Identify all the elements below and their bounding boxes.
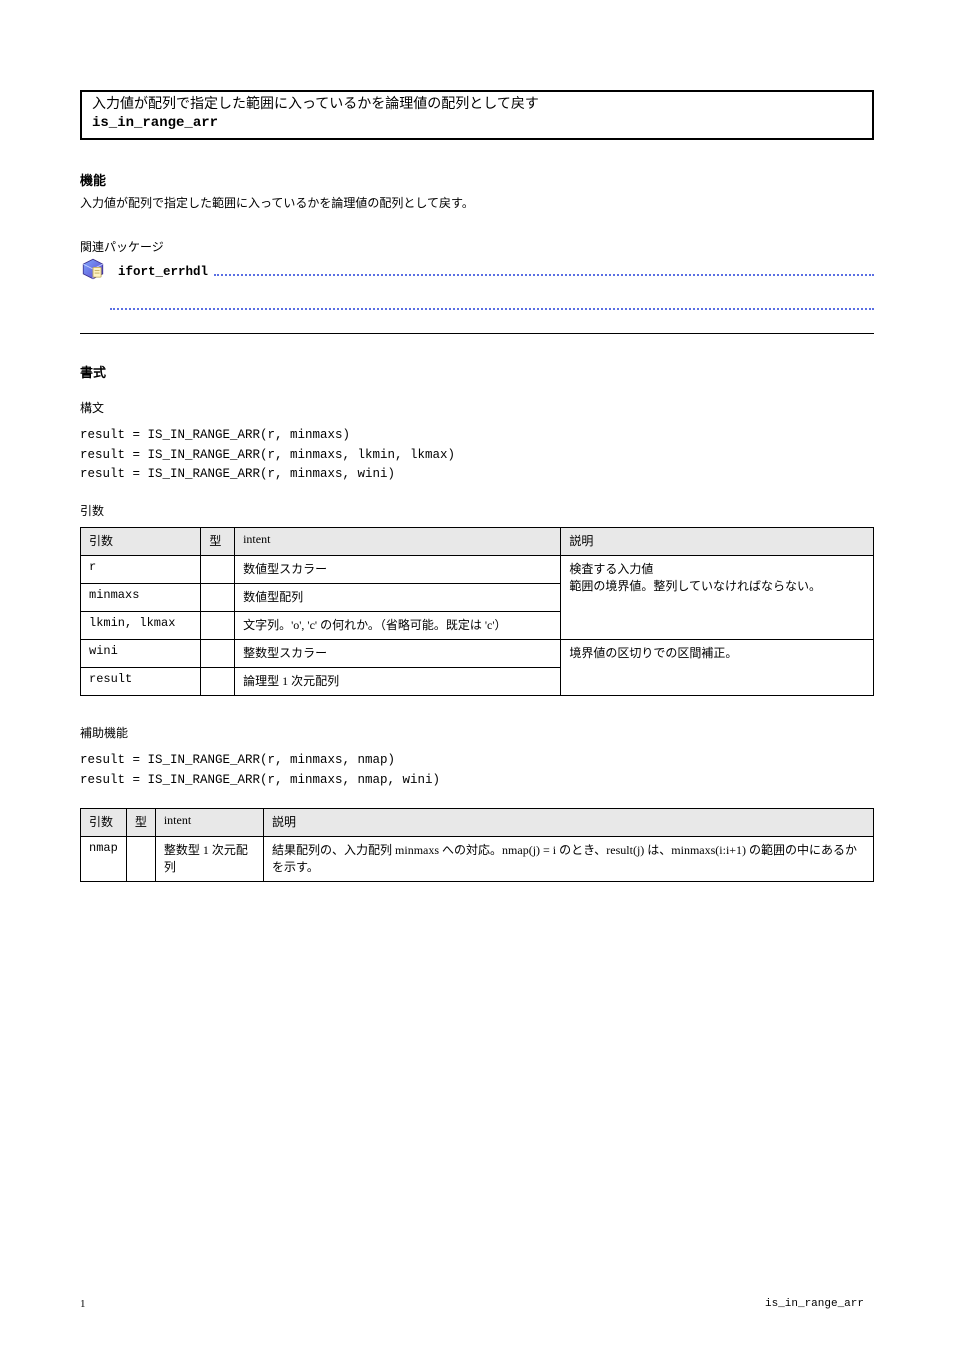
arg-intent: 整数型 1 次元配列: [155, 837, 263, 882]
arg-intent: 整数型スカラー: [235, 640, 561, 668]
arg-desc: 検査する入力値 範囲の境界値。整列していなければならない。: [561, 556, 874, 640]
page-footer: 1 is_in_range_arr: [0, 1298, 954, 1310]
arg-intent: 文字列。'o', 'c' の何れか。（省略可能。既定は 'c'）: [235, 612, 561, 640]
arg-name: minmaxs: [81, 584, 201, 612]
arg-name: result: [81, 668, 201, 696]
aux-syntax-block: result = IS_IN_RANGE_ARR(r, minmaxs, nma…: [80, 751, 874, 790]
table-row: wini 整数型スカラー 境界値の区切りでの区間補正。: [81, 640, 874, 668]
arg-intent: 数値型配列: [235, 584, 561, 612]
table-row: r 数値型スカラー 検査する入力値 範囲の境界値。整列していなければならない。: [81, 556, 874, 584]
col-desc: 説明: [264, 809, 874, 837]
footer-function-name: is_in_range_arr: [765, 1298, 864, 1310]
package-icon: [80, 256, 106, 287]
col-arg: 引数: [81, 809, 127, 837]
col-desc: 説明: [561, 528, 874, 556]
syntax-block: result = IS_IN_RANGE_ARR(r, minmaxs) res…: [80, 426, 874, 484]
arg-name: lkmin, lkmax: [81, 612, 201, 640]
related-package-item: ifort_errhdl: [80, 256, 874, 287]
leader-dots: [214, 274, 874, 276]
arg-intent: 数値型スカラー: [235, 556, 561, 584]
leader-line: [80, 305, 874, 307]
section-heading-syntax: 書式: [80, 362, 874, 381]
subsection-syntax: 構文: [80, 399, 874, 416]
arg-type: [201, 584, 235, 612]
arg-type: [201, 612, 235, 640]
section-divider: [80, 333, 874, 334]
arg-type: [201, 668, 235, 696]
title-description: 入力値が配列で指定した範囲に入っているかを論理値の配列として戻す: [92, 96, 862, 114]
title-box: 入力値が配列で指定した範囲に入っているかを論理値の配列として戻す is_in_r…: [80, 90, 874, 140]
aux-arguments-table: 引数 型 intent 説明 nmap 整数型 1 次元配列 結果配列の、入力配…: [80, 808, 874, 882]
syntax-line: result = IS_IN_RANGE_ARR(r, minmaxs): [80, 426, 874, 445]
table-header-row: 引数 型 intent 説明: [81, 528, 874, 556]
arg-type: [201, 640, 235, 668]
arg-name: wini: [81, 640, 201, 668]
title-function-name: is_in_range_arr: [92, 114, 862, 132]
col-intent: intent: [235, 528, 561, 556]
syntax-line: result = IS_IN_RANGE_ARR(r, minmaxs, lkm…: [80, 446, 874, 465]
syntax-line: result = IS_IN_RANGE_ARR(r, minmaxs, win…: [80, 465, 874, 484]
syntax-line: result = IS_IN_RANGE_ARR(r, minmaxs, nma…: [80, 771, 874, 790]
related-package-name: ifort_errhdl: [112, 265, 208, 279]
related-packages-heading: 関連パッケージ: [80, 239, 874, 256]
arg-type: [126, 837, 155, 882]
col-intent: intent: [155, 809, 263, 837]
arguments-table: 引数 型 intent 説明 r 数値型スカラー 検査する入力値 範囲の境界値。…: [80, 527, 874, 696]
arg-name: r: [81, 556, 201, 584]
arg-desc: 結果配列の、入力配列 minmaxs への対応。nmap(j) = i のとき、…: [264, 837, 874, 882]
arg-intent: 論理型 1 次元配列: [235, 668, 561, 696]
subsection-aux: 補助機能: [80, 724, 874, 741]
subsection-arguments: 引数: [80, 502, 874, 519]
section-heading-function: 機能: [80, 170, 874, 189]
col-type: 型: [126, 809, 155, 837]
arg-type: [201, 556, 235, 584]
syntax-line: result = IS_IN_RANGE_ARR(r, minmaxs, nma…: [80, 751, 874, 770]
page-number: 1: [80, 1298, 86, 1310]
arg-name: nmap: [81, 837, 127, 882]
leader-dots: [110, 308, 874, 310]
table-header-row: 引数 型 intent 説明: [81, 809, 874, 837]
function-description: 入力値が配列で指定した範囲に入っているかを論理値の配列として戻す。: [80, 195, 874, 212]
arg-desc: 境界値の区切りでの区間補正。: [561, 640, 874, 696]
col-arg: 引数: [81, 528, 201, 556]
table-row: nmap 整数型 1 次元配列 結果配列の、入力配列 minmaxs への対応。…: [81, 837, 874, 882]
col-type: 型: [201, 528, 235, 556]
